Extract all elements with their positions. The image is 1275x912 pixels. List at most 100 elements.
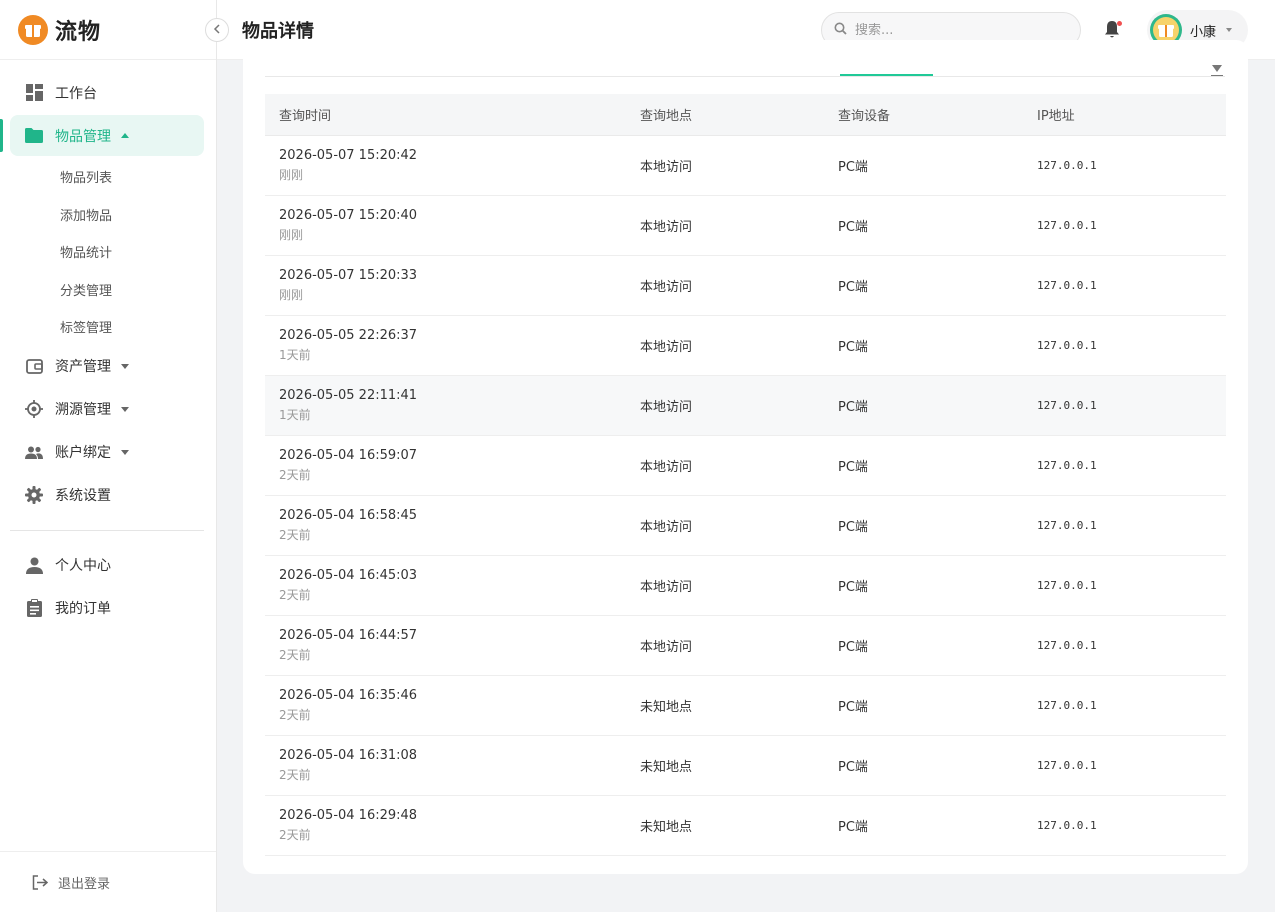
wallet-icon [25, 357, 43, 375]
sidebar-nav: 工作台 物品管理 物品列表 添加物品 物品统计 分类管理 标签管理 资产管理 溯 [0, 60, 216, 629]
sidebar-item-label: 资产管理 [55, 359, 111, 375]
query-time: 2026-05-07 15:20:40 [279, 207, 418, 223]
cell-ip: 127.0.0.1 [1023, 375, 1226, 436]
user-name: 小康 [1190, 24, 1217, 40]
sidebar-item-label: 系统设置 [55, 488, 111, 504]
notification-button[interactable] [1103, 20, 1123, 40]
sidebar-item-account-binding[interactable]: 账户绑定 [10, 432, 204, 473]
cell-device: PC端 [824, 315, 1023, 376]
cell-time: 2026-05-04 16:31:08 2天前 [265, 735, 626, 796]
chevron-down-icon [121, 363, 129, 369]
ip-address: 127.0.0.1 [1037, 458, 1097, 472]
column-header-time[interactable]: 查询时间 [265, 94, 626, 136]
sidebar-item-label: 物品管理 [55, 128, 111, 145]
cell-ip: 127.0.0.1 [1023, 435, 1226, 496]
ip-address: 127.0.0.1 [1037, 758, 1097, 772]
query-time-relative: 2天前 [279, 587, 311, 602]
sidebar-item-orders[interactable]: 我的订单 [10, 588, 204, 629]
brand-logo[interactable]: 流物 [0, 0, 216, 60]
cell-ip: 127.0.0.1 [1023, 615, 1226, 676]
cell-ip: 127.0.0.1 [1023, 135, 1226, 196]
cell-time: 2026-05-05 22:11:41 1天前 [265, 375, 626, 436]
sidebar-item-label: 工作台 [55, 85, 97, 102]
cell-time: 2026-05-05 22:26:37 1天前 [265, 315, 626, 376]
cell-device: PC端 [824, 795, 1023, 856]
logout-label: 退出登录 [58, 876, 111, 892]
sidebar-item-profile[interactable]: 个人中心 [10, 545, 204, 586]
query-time-relative: 刚刚 [279, 227, 304, 242]
query-time-relative: 刚刚 [279, 167, 304, 182]
cell-location: 本地访问 [626, 555, 824, 616]
cell-location: 本地访问 [626, 375, 824, 436]
sidebar-subitem-add-item[interactable]: 添加物品 [0, 196, 216, 234]
tab-scroll-down-icon[interactable] [1212, 65, 1222, 72]
users-icon [25, 443, 43, 461]
cell-time: 2026-05-04 16:45:03 2天前 [265, 555, 626, 616]
cell-device: PC端 [824, 375, 1023, 436]
query-time: 2026-05-07 15:20:42 [279, 147, 418, 163]
table-row[interactable]: 2026-05-04 16:31:08 2天前 未知地点 PC端 127.0.0.1 [265, 735, 1226, 796]
table-row[interactable]: 2026-05-04 16:44:57 2天前 本地访问 PC端 127.0.0.1 [265, 615, 1226, 676]
cell-device: PC端 [824, 615, 1023, 676]
table-row[interactable]: 2026-05-07 15:20:42 刚刚 本地访问 PC端 127.0.0.1 [265, 135, 1226, 196]
table-row[interactable]: 2026-05-07 15:20:40 刚刚 本地访问 PC端 127.0.0.1 [265, 195, 1226, 256]
search-icon [834, 22, 847, 39]
active-tab-indicator [840, 74, 933, 76]
sidebar-item-traceability[interactable]: 溯源管理 [10, 389, 204, 430]
sidebar-subitem-categories[interactable]: 分类管理 [0, 271, 216, 309]
cell-ip: 127.0.0.1 [1023, 675, 1226, 736]
cell-ip: 127.0.0.1 [1023, 195, 1226, 256]
column-header-device[interactable]: 查询设备 [824, 94, 1023, 136]
table-row[interactable]: 2026-05-04 16:29:48 2天前 未知地点 PC端 127.0.0.1 [265, 795, 1226, 856]
ip-address: 127.0.0.1 [1037, 818, 1097, 832]
query-time-relative: 2天前 [279, 827, 311, 842]
query-time: 2026-05-04 16:31:08 [279, 747, 418, 763]
column-header-ip[interactable]: IP地址 [1023, 94, 1226, 136]
target-icon [25, 400, 43, 418]
cell-time: 2026-05-07 15:20:40 刚刚 [265, 195, 626, 256]
dashboard-icon [25, 84, 43, 102]
cell-device: PC端 [824, 735, 1023, 796]
cell-ip: 127.0.0.1 [1023, 555, 1226, 616]
query-time: 2026-05-04 16:35:46 [279, 687, 418, 703]
search-input[interactable] [855, 22, 1055, 38]
logout-button[interactable]: 退出登录 [0, 851, 216, 912]
table-row[interactable]: 2026-05-04 16:35:46 2天前 未知地点 PC端 127.0.0.1 [265, 675, 1226, 736]
table-row[interactable]: 2026-05-07 15:20:33 刚刚 本地访问 PC端 127.0.0.1 [265, 255, 1226, 316]
ip-address: 127.0.0.1 [1037, 158, 1097, 172]
table-row[interactable]: 2026-05-05 22:11:41 1天前 本地访问 PC端 127.0.0.1 [265, 375, 1226, 436]
cell-location: 本地访问 [626, 495, 824, 556]
cell-time: 2026-05-07 15:20:33 刚刚 [265, 255, 626, 316]
query-time: 2026-05-07 15:20:33 [279, 267, 418, 283]
query-time: 2026-05-04 16:29:48 [279, 807, 418, 823]
cell-device: PC端 [824, 675, 1023, 736]
cell-device: PC端 [824, 435, 1023, 496]
active-indicator [0, 119, 3, 152]
sidebar-item-dashboard[interactable]: 工作台 [10, 72, 204, 113]
query-time-relative: 2天前 [279, 467, 311, 482]
sidebar-subitem-tags[interactable]: 标签管理 [0, 308, 216, 346]
column-header-location[interactable]: 查询地点 [626, 94, 824, 136]
table-row[interactable]: 2026-05-05 22:26:37 1天前 本地访问 PC端 127.0.0.1 [265, 315, 1226, 376]
sidebar-subitem-item-list[interactable]: 物品列表 [0, 158, 216, 196]
query-time-relative: 2天前 [279, 647, 311, 662]
query-time: 2026-05-04 16:59:07 [279, 447, 418, 463]
cell-ip: 127.0.0.1 [1023, 735, 1226, 796]
query-time-relative: 刚刚 [279, 287, 304, 302]
sidebar-item-item-management[interactable]: 物品管理 [0, 115, 204, 156]
sidebar-subitem-item-stats[interactable]: 物品统计 [0, 233, 216, 271]
tabs-bar [265, 40, 1225, 77]
cell-location: 未知地点 [626, 735, 824, 796]
table-row[interactable]: 2026-05-04 16:59:07 2天前 本地访问 PC端 127.0.0.1 [265, 435, 1226, 496]
table-header-row: 查询时间 查询地点 查询设备 IP地址 [265, 94, 1226, 136]
chevron-down-icon [121, 406, 129, 412]
sidebar: 流物 工作台 物品管理 物品列表 添加物品 物品统计 分类管理 标签管理 资产管… [0, 0, 217, 912]
table-row[interactable]: 2026-05-04 16:58:45 2天前 本地访问 PC端 127.0.0.1 [265, 495, 1226, 556]
sidebar-item-settings[interactable]: 系统设置 [10, 475, 204, 516]
person-icon [25, 556, 43, 574]
table-row[interactable]: 2026-05-04 16:45:03 2天前 本地访问 PC端 127.0.0.1 [265, 555, 1226, 616]
sidebar-item-assets[interactable]: 资产管理 [10, 346, 204, 387]
collapse-sidebar-button[interactable] [205, 18, 229, 42]
ip-address: 127.0.0.1 [1037, 338, 1097, 352]
sidebar-item-label: 溯源管理 [55, 402, 111, 418]
